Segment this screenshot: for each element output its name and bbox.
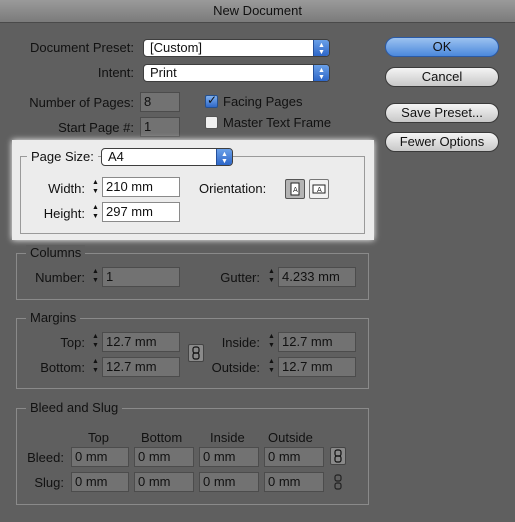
- slug-bottom-input[interactable]: 0 mm: [134, 472, 194, 492]
- spinner-arrows-icon[interactable]: ▲ ▼: [266, 357, 277, 377]
- intent-select[interactable]: Print ▲ ▼: [143, 64, 330, 82]
- save-preset-button[interactable]: Save Preset...: [385, 103, 499, 123]
- bleed-bottom-input[interactable]: 0 mm: [134, 447, 194, 467]
- master-text-frame-checkbox[interactable]: [205, 116, 218, 129]
- fewer-options-button[interactable]: Fewer Options: [385, 132, 499, 152]
- svg-text:A: A: [317, 186, 322, 194]
- slug-outside-input[interactable]: 0 mm: [264, 472, 324, 492]
- master-text-frame-label: Master Text Frame: [223, 115, 332, 130]
- select-arrows-icon: ▲ ▼: [313, 40, 329, 56]
- intent-label: Intent:: [97, 65, 134, 80]
- slug-label: Slug:: [34, 475, 64, 490]
- height-label: Height:: [43, 206, 85, 221]
- bleed-label: Bleed:: [27, 450, 64, 465]
- svg-text:A: A: [293, 186, 298, 194]
- chain-link-icon[interactable]: [330, 447, 346, 465]
- spinner-arrows-icon[interactable]: ▲ ▼: [90, 357, 101, 377]
- height-input[interactable]: 297 mm: [102, 202, 180, 222]
- page-size-label: Page Size:: [27, 149, 98, 164]
- document-preset-label: Document Preset:: [29, 40, 134, 55]
- document-preset-value: [Custom]: [150, 40, 203, 55]
- bleed-inside-input[interactable]: 0 mm: [199, 447, 259, 467]
- spinner-arrows-icon[interactable]: ▲ ▼: [90, 203, 101, 223]
- margins-title: Margins: [26, 310, 81, 325]
- bleed-header-inside: Inside: [210, 430, 245, 445]
- start-page-label: Start Page #:: [58, 120, 134, 135]
- orientation-label: Orientation:: [199, 181, 267, 196]
- cancel-button[interactable]: Cancel: [385, 67, 499, 87]
- page-size-select[interactable]: A4 ▲ ▼: [101, 148, 233, 166]
- margin-outside-label: Outside:: [211, 360, 260, 375]
- facing-pages-label: Facing Pages: [223, 94, 303, 109]
- bleed-outside-input[interactable]: 0 mm: [264, 447, 324, 467]
- facing-pages-checkbox[interactable]: [205, 93, 218, 108]
- columns-number-input[interactable]: 1: [102, 267, 180, 287]
- chain-link-icon[interactable]: [332, 473, 344, 491]
- bleed-top-input[interactable]: 0 mm: [71, 447, 129, 467]
- bleed-header-outside: Outside: [268, 430, 313, 445]
- bleed-slug-title: Bleed and Slug: [26, 400, 123, 415]
- columns-number-label: Number:: [35, 270, 85, 285]
- start-page-input[interactable]: 1: [140, 117, 180, 137]
- number-of-pages-input[interactable]: 8: [140, 92, 180, 112]
- bleed-header-top: Top: [88, 430, 109, 445]
- margin-outside-input[interactable]: 12.7 mm: [278, 357, 356, 377]
- margin-bottom-input[interactable]: 12.7 mm: [102, 357, 180, 377]
- spinner-arrows-icon[interactable]: ▲ ▼: [266, 332, 277, 352]
- spinner-arrows-icon[interactable]: ▲ ▼: [266, 267, 277, 287]
- document-preset-select[interactable]: [Custom] ▲ ▼: [143, 39, 330, 57]
- spinner-arrows-icon[interactable]: ▲ ▼: [90, 178, 101, 198]
- intent-value: Print: [150, 65, 177, 80]
- chain-link-icon[interactable]: [188, 344, 204, 362]
- margin-top-input[interactable]: 12.7 mm: [102, 332, 180, 352]
- bleed-header-bottom: Bottom: [141, 430, 183, 445]
- window-title: New Document: [0, 0, 515, 23]
- width-label: Width:: [48, 181, 85, 196]
- slug-top-input[interactable]: 0 mm: [71, 472, 129, 492]
- width-input[interactable]: 210 mm: [102, 177, 180, 197]
- select-arrows-icon: ▲ ▼: [216, 149, 232, 165]
- page-size-value: A4: [108, 149, 124, 164]
- landscape-orientation-icon[interactable]: A: [309, 179, 329, 199]
- ok-button[interactable]: OK: [385, 37, 499, 57]
- margin-inside-label: Inside:: [221, 335, 260, 350]
- spinner-arrows-icon[interactable]: ▲ ▼: [90, 267, 101, 287]
- select-arrows-icon: ▲ ▼: [313, 65, 329, 81]
- columns-title: Columns: [26, 245, 86, 260]
- portrait-orientation-icon[interactable]: A: [285, 179, 305, 199]
- margin-bottom-label: Bottom:: [40, 360, 85, 375]
- spinner-arrows-icon[interactable]: ▲ ▼: [90, 332, 101, 352]
- slug-inside-input[interactable]: 0 mm: [199, 472, 259, 492]
- gutter-input[interactable]: 4.233 mm: [278, 267, 356, 287]
- margin-inside-input[interactable]: 12.7 mm: [278, 332, 356, 352]
- margin-top-label: Top:: [60, 335, 85, 350]
- number-of-pages-label: Number of Pages:: [29, 95, 134, 110]
- gutter-label: Gutter:: [220, 270, 260, 285]
